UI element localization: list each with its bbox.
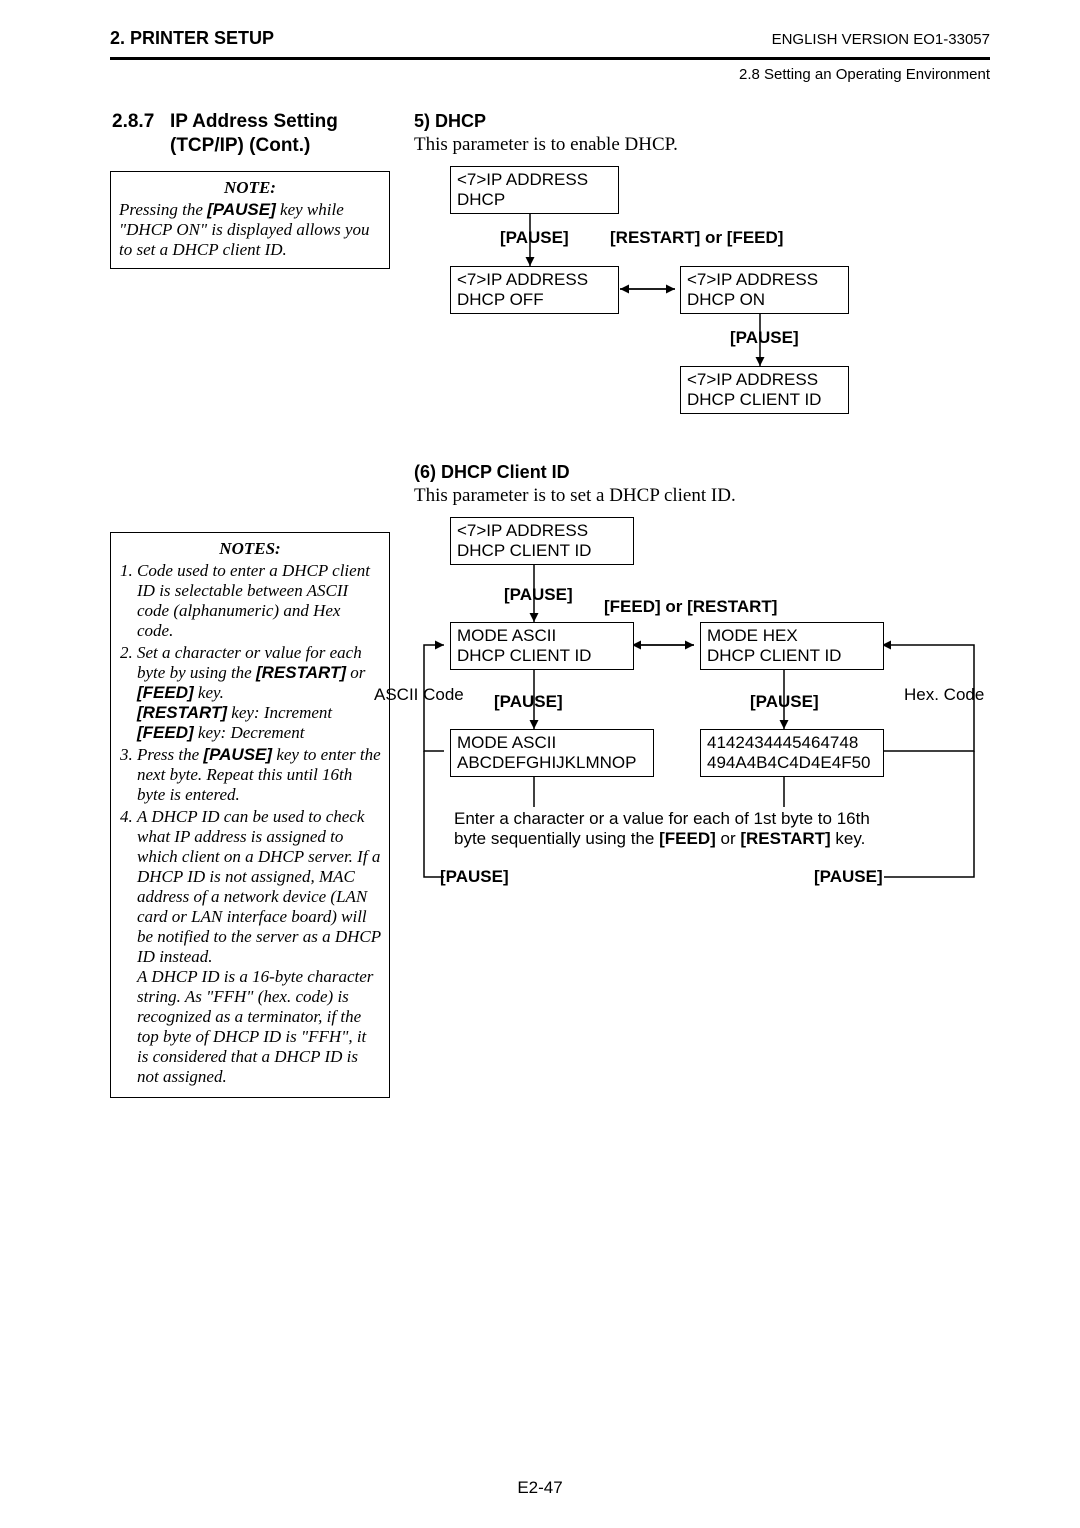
section-heading: 2.8.7 IP Address Setting	[110, 111, 390, 133]
d2-pause2l: [PAUSE]	[494, 692, 563, 712]
notes-item-1: Code used to enter a DHCP client ID is s…	[137, 561, 381, 641]
d2-pause3l: [PAUSE]	[440, 867, 509, 887]
d1-pause1: [PAUSE]	[500, 228, 569, 248]
notes-item-2: Set a character or value for each byte b…	[137, 643, 381, 743]
d1-b1-l2: DHCP	[457, 190, 612, 210]
note-box-1: NOTE: Pressing the [PAUSE] key while "DH…	[110, 171, 390, 269]
header-sub: 2.8 Setting an Operating Environment	[110, 66, 990, 83]
dhcp-clientid-diagram: <7>IP ADDRESS DHCP CLIENT ID [PAUSE] [FE…	[414, 517, 1014, 937]
d2-pause3r: [PAUSE]	[814, 867, 883, 887]
d1-box3: <7>IP ADDRESS DHCP ON	[680, 266, 849, 314]
d1-restartfeed: [RESTART] or [FEED]	[610, 228, 783, 248]
note1-a: Pressing the	[119, 200, 207, 219]
subsection-6-body: This parameter is to set a DHCP client I…	[414, 485, 1014, 507]
d1-b3-l1: <7>IP ADDRESS	[687, 270, 842, 290]
d1-box2: <7>IP ADDRESS DHCP OFF	[450, 266, 619, 314]
note-title: NOTE:	[119, 178, 381, 198]
subsection-5-title: 5) DHCP	[414, 111, 1010, 132]
page-number: E2-47	[0, 1478, 1080, 1498]
d2-pause2r: [PAUSE]	[750, 692, 819, 712]
d1-pause2: [PAUSE]	[730, 328, 799, 348]
d2-box4: MODE ASCII ABCDEFGHIJKLMNOP	[450, 729, 654, 777]
section-title: IP Address Setting	[170, 111, 338, 133]
dhcp-flow-diagram: <7>IP ADDRESS DHCP [PAUSE] [RESTART] or …	[450, 166, 1010, 456]
notes-title: NOTES:	[119, 539, 381, 559]
d1-b2-l2: DHCP OFF	[457, 290, 612, 310]
hex-code-label: Hex. Code	[904, 685, 984, 705]
ascii-code-label: ASCII Code	[374, 685, 464, 705]
d2-pause1: [PAUSE]	[504, 585, 573, 605]
note1-pause: [PAUSE]	[207, 200, 276, 219]
header-divider	[110, 57, 990, 60]
header-right-top: ENGLISH VERSION EO1-33057	[772, 31, 990, 48]
d2-box5: 4142434445464748 494A4B4C4D4E4F50	[700, 729, 884, 777]
notes-box: NOTES: Code used to enter a DHCP client …	[110, 532, 390, 1098]
subsection-5-body: This parameter is to enable DHCP.	[414, 134, 1010, 156]
d2-feedrest: [FEED] or [RESTART]	[604, 597, 777, 617]
page-header: 2. PRINTER SETUP ENGLISH VERSION EO1-330…	[110, 28, 990, 55]
header-left: 2. PRINTER SETUP	[110, 28, 274, 49]
d1-b4-l2: DHCP CLIENT ID	[687, 390, 842, 410]
d1-b2-l1: <7>IP ADDRESS	[457, 270, 612, 290]
page: 2. PRINTER SETUP ENGLISH VERSION EO1-330…	[0, 0, 1080, 1098]
subsection-6-title: (6) DHCP Client ID	[414, 462, 1014, 483]
d2-box3: MODE HEX DHCP CLIENT ID	[700, 622, 884, 670]
notes-item-4: A DHCP ID can be used to check what IP a…	[137, 807, 381, 1087]
enter-instruction: Enter a character or a value for each of…	[454, 809, 974, 849]
d1-box4: <7>IP ADDRESS DHCP CLIENT ID	[680, 366, 849, 414]
section-number: 2.8.7	[112, 111, 160, 133]
d1-b4-l1: <7>IP ADDRESS	[687, 370, 842, 390]
notes-item-3: Press the [PAUSE] key to enter the next …	[137, 745, 381, 805]
d1-box1: <7>IP ADDRESS DHCP	[450, 166, 619, 214]
d2-box1: <7>IP ADDRESS DHCP CLIENT ID	[450, 517, 634, 565]
section-continuation: (TCP/IP) (Cont.)	[110, 135, 390, 157]
d1-b3-l2: DHCP ON	[687, 290, 842, 310]
d2-box2: MODE ASCII DHCP CLIENT ID	[450, 622, 634, 670]
d1-b1-l1: <7>IP ADDRESS	[457, 170, 612, 190]
